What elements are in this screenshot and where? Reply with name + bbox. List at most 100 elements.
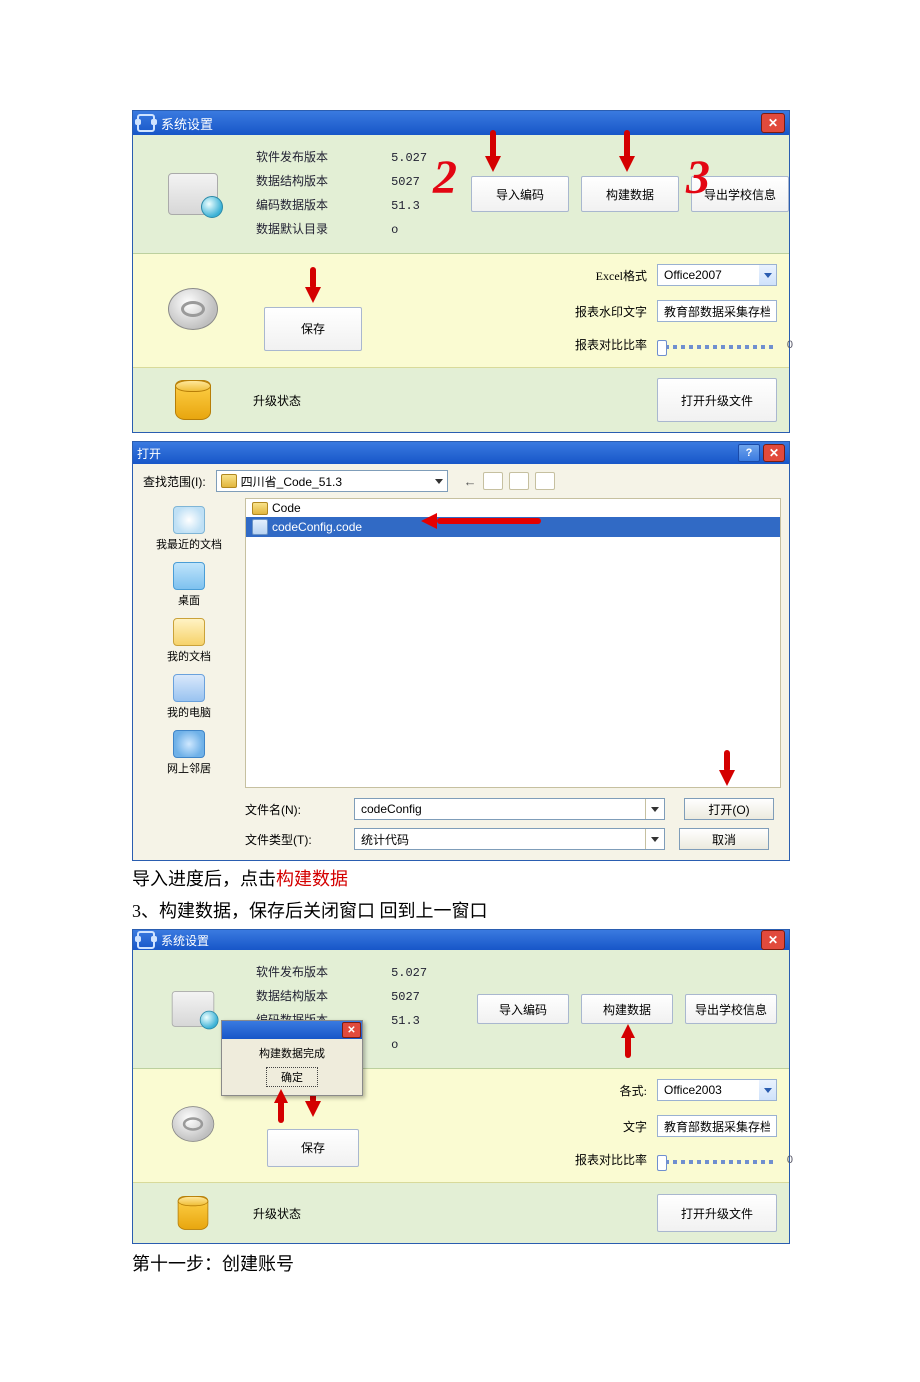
recent-icon (173, 506, 205, 534)
watermark-input[interactable] (657, 300, 777, 322)
dialog-message: 构建数据完成 (230, 1045, 354, 1061)
titlebar[interactable]: 系统设置 ✕ (133, 930, 789, 950)
gear-icon (172, 1106, 215, 1142)
file-open-dialog: 打开 ? ✕ 查找范围(I): 四川省_Code_51.3 ← 我最近的文档 桌… (132, 441, 790, 861)
new-folder-icon[interactable] (509, 472, 529, 490)
label-filename: 文件名(N): (245, 801, 340, 818)
desktop-icon (173, 562, 205, 590)
lookin-value: 四川省_Code_51.3 (241, 473, 342, 490)
section-version: 软件发布版本5.027 数据结构版本5027 编码数据版本51.3 数据默认目录… (133, 135, 789, 254)
import-code-button[interactable]: 导入编码 (471, 176, 569, 212)
computer-icon (173, 674, 205, 702)
arrow-left-icon (421, 513, 541, 529)
place-desktop[interactable]: 桌面 (173, 560, 205, 610)
instruction-text: 3、构建数据，保存后关闭窗口 回到上一窗口 (132, 897, 790, 925)
chevron-down-icon[interactable] (759, 1079, 777, 1101)
label-upgrade: 升级状态 (253, 392, 373, 409)
export-school-button[interactable]: 导出学校信息 (685, 994, 777, 1024)
place-documents[interactable]: 我的文档 (167, 616, 211, 666)
window-title: 系统设置 (161, 932, 209, 949)
app-icon (137, 931, 155, 949)
watermark-input[interactable] (657, 1115, 777, 1137)
chevron-down-icon[interactable] (431, 472, 447, 490)
install-icon (172, 991, 215, 1027)
chevron-down-icon[interactable] (759, 264, 777, 286)
dialog-title: 打开 (137, 445, 161, 462)
close-icon[interactable]: ✕ (342, 1022, 361, 1038)
places-bar: 我最近的文档 桌面 我的文档 我的电脑 网上邻居 (133, 498, 245, 788)
save-button[interactable]: 保存 (264, 307, 362, 351)
network-icon (173, 730, 205, 758)
label-ratio: 报表对比比率 (383, 1151, 647, 1168)
window-title: 系统设置 (161, 114, 213, 133)
close-icon[interactable]: ✕ (761, 113, 785, 133)
section-report: Excel格式 保存 报表水印文字 报表对比比率 0 (133, 254, 789, 368)
install-icon (168, 173, 218, 215)
filetype-select[interactable] (354, 828, 665, 850)
close-icon[interactable]: ✕ (763, 444, 785, 462)
label-ratio: 报表对比比率 (383, 336, 647, 353)
system-settings-window-2: 系统设置 ✕ 软件发布版本5.027 数据结构版本5027 编码数据版本51.3… (132, 929, 790, 1244)
cancel-button[interactable]: 取消 (679, 828, 769, 850)
arrow-up-icon (274, 1089, 288, 1123)
build-complete-dialog: ✕ 构建数据完成 确定 (221, 1020, 363, 1096)
annotation-2: 2 (433, 154, 457, 202)
file-icon (252, 519, 268, 535)
close-icon[interactable]: ✕ (761, 930, 785, 950)
section-upgrade: 升级状态 打开升级文件 (133, 1183, 789, 1243)
arrow-up-icon (621, 1024, 635, 1058)
label-excel: Excel格式 (383, 267, 647, 284)
documents-icon (173, 618, 205, 646)
file-list[interactable]: Code codeConfig.code (245, 498, 781, 788)
help-icon[interactable]: ? (738, 444, 760, 462)
arrow-down-icon (485, 130, 501, 174)
view-menu-icon[interactable] (535, 472, 555, 490)
ratio-slider[interactable]: 0 (657, 1160, 777, 1164)
folder-icon (252, 502, 268, 515)
app-icon (137, 114, 155, 132)
label-watermark: 报表水印文字 (383, 303, 647, 320)
open-upgrade-button[interactable]: 打开升级文件 (657, 1194, 777, 1232)
place-network[interactable]: 网上邻居 (167, 728, 211, 778)
build-data-button[interactable]: 构建数据 (581, 994, 673, 1024)
step-heading: 第十一步：创建账号 (132, 1250, 790, 1278)
save-button[interactable]: 保存 (267, 1129, 359, 1167)
annotation-3: 3 (686, 154, 710, 202)
arrow-down-icon (305, 267, 321, 303)
arrow-down-icon (619, 130, 635, 174)
arrow-down-icon (719, 750, 735, 794)
instruction-text: 导入进度后，点击构建数据 (132, 865, 790, 893)
label-upgrade: 升级状态 (253, 1205, 373, 1222)
ratio-slider[interactable]: 0 (657, 345, 777, 349)
chevron-down-icon[interactable] (645, 829, 664, 849)
system-settings-window-1: 系统设置 ✕ 软件发布版本5.027 数据结构版本5027 编码数据版本51.3… (132, 110, 790, 433)
chevron-down-icon[interactable] (645, 799, 664, 819)
excel-select[interactable] (657, 1079, 777, 1101)
ok-button[interactable]: 确定 (266, 1067, 318, 1087)
label-lookin: 查找范围(I): (143, 473, 206, 490)
open-button[interactable]: 打开(O) (684, 798, 774, 820)
section-upgrade: 升级状态 打开升级文件 (133, 368, 789, 432)
lookin-select[interactable]: 四川省_Code_51.3 (216, 470, 448, 492)
label-filetype: 文件类型(T): (245, 831, 340, 848)
database-icon (178, 1196, 209, 1230)
up-icon[interactable] (483, 472, 503, 490)
open-upgrade-button[interactable]: 打开升级文件 (657, 378, 777, 422)
filename-input[interactable] (354, 798, 665, 820)
back-icon[interactable]: ← (464, 474, 477, 489)
folder-icon (221, 474, 237, 488)
place-recent[interactable]: 我最近的文档 (156, 504, 222, 554)
build-data-button[interactable]: 构建数据 (581, 176, 679, 212)
nav-toolbar: ← (464, 472, 555, 490)
excel-select[interactable] (657, 264, 777, 286)
database-icon (175, 380, 211, 420)
import-code-button[interactable]: 导入编码 (477, 994, 569, 1024)
place-computer[interactable]: 我的电脑 (167, 672, 211, 722)
excel-value[interactable] (657, 264, 759, 286)
label-watermark: 文字 (383, 1118, 647, 1135)
dialog-titlebar[interactable]: 打开 ? ✕ (133, 442, 789, 464)
titlebar[interactable]: 系统设置 ✕ (133, 111, 789, 135)
label-excel: 各式: (383, 1082, 647, 1099)
gear-icon (168, 288, 218, 330)
version-info: 软件发布版本5.027 数据结构版本5027 编码数据版本51.3 数据默认目录… (253, 145, 453, 243)
